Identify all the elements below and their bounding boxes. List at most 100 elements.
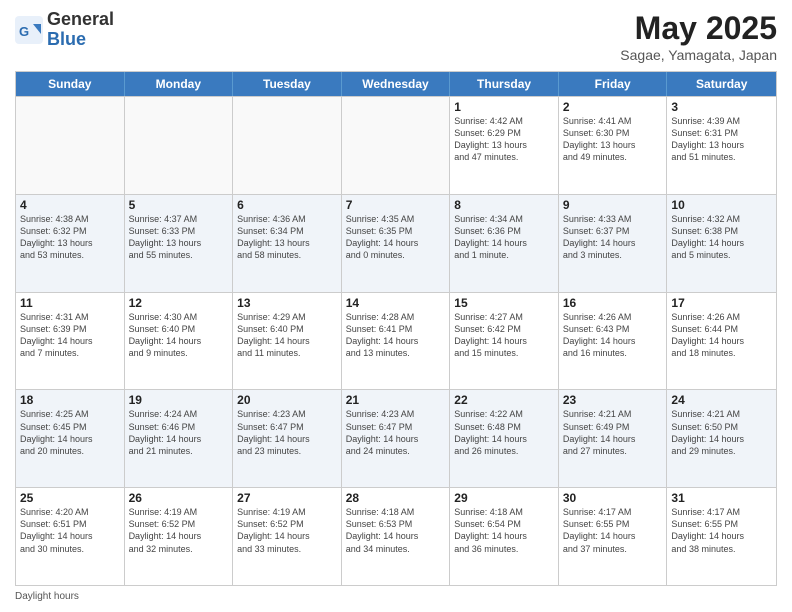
calendar-cell: 19Sunrise: 4:24 AM Sunset: 6:46 PM Dayli… [125,390,234,487]
calendar-header-cell: Monday [125,72,234,96]
calendar-cell: 27Sunrise: 4:19 AM Sunset: 6:52 PM Dayli… [233,488,342,585]
day-info: Sunrise: 4:39 AM Sunset: 6:31 PM Dayligh… [671,115,772,164]
day-number: 16 [563,296,663,310]
calendar-header-cell: Tuesday [233,72,342,96]
svg-text:G: G [19,24,29,39]
day-number: 5 [129,198,229,212]
day-info: Sunrise: 4:23 AM Sunset: 6:47 PM Dayligh… [237,408,337,457]
day-number: 23 [563,393,663,407]
day-info: Sunrise: 4:30 AM Sunset: 6:40 PM Dayligh… [129,311,229,360]
calendar-cell: 17Sunrise: 4:26 AM Sunset: 6:44 PM Dayli… [667,293,776,390]
calendar-cell: 13Sunrise: 4:29 AM Sunset: 6:40 PM Dayli… [233,293,342,390]
day-number: 10 [671,198,772,212]
calendar-cell: 20Sunrise: 4:23 AM Sunset: 6:47 PM Dayli… [233,390,342,487]
calendar-cell: 12Sunrise: 4:30 AM Sunset: 6:40 PM Dayli… [125,293,234,390]
calendar-cell: 30Sunrise: 4:17 AM Sunset: 6:55 PM Dayli… [559,488,668,585]
logo-blue: Blue [47,29,86,49]
calendar-cell: 24Sunrise: 4:21 AM Sunset: 6:50 PM Dayli… [667,390,776,487]
calendar-week: 1Sunrise: 4:42 AM Sunset: 6:29 PM Daylig… [16,96,776,194]
day-number: 26 [129,491,229,505]
calendar-cell: 9Sunrise: 4:33 AM Sunset: 6:37 PM Daylig… [559,195,668,292]
calendar-cell: 15Sunrise: 4:27 AM Sunset: 6:42 PM Dayli… [450,293,559,390]
calendar-subtitle: Sagae, Yamagata, Japan [620,47,777,63]
day-info: Sunrise: 4:25 AM Sunset: 6:45 PM Dayligh… [20,408,120,457]
calendar-cell: 6Sunrise: 4:36 AM Sunset: 6:34 PM Daylig… [233,195,342,292]
calendar-footer: Daylight hours [15,591,777,602]
day-info: Sunrise: 4:26 AM Sunset: 6:44 PM Dayligh… [671,311,772,360]
day-number: 8 [454,198,554,212]
logo: G General Blue [15,10,114,50]
day-info: Sunrise: 4:20 AM Sunset: 6:51 PM Dayligh… [20,506,120,555]
day-number: 19 [129,393,229,407]
calendar-header-row: SundayMondayTuesdayWednesdayThursdayFrid… [16,72,776,96]
daylight-label: Daylight hours [15,591,79,602]
title-block: May 2025 Sagae, Yamagata, Japan [620,10,777,63]
calendar-header-cell: Wednesday [342,72,451,96]
calendar-cell: 8Sunrise: 4:34 AM Sunset: 6:36 PM Daylig… [450,195,559,292]
calendar-week: 4Sunrise: 4:38 AM Sunset: 6:32 PM Daylig… [16,194,776,292]
day-info: Sunrise: 4:31 AM Sunset: 6:39 PM Dayligh… [20,311,120,360]
day-info: Sunrise: 4:38 AM Sunset: 6:32 PM Dayligh… [20,213,120,262]
calendar-cell: 29Sunrise: 4:18 AM Sunset: 6:54 PM Dayli… [450,488,559,585]
calendar-cell [342,97,451,194]
day-number: 27 [237,491,337,505]
calendar-header-cell: Friday [559,72,668,96]
day-number: 3 [671,100,772,114]
day-number: 31 [671,491,772,505]
calendar-header-cell: Sunday [16,72,125,96]
calendar-cell: 11Sunrise: 4:31 AM Sunset: 6:39 PM Dayli… [16,293,125,390]
calendar-week: 25Sunrise: 4:20 AM Sunset: 6:51 PM Dayli… [16,487,776,585]
day-info: Sunrise: 4:37 AM Sunset: 6:33 PM Dayligh… [129,213,229,262]
logo-general: General [47,9,114,29]
calendar-cell: 5Sunrise: 4:37 AM Sunset: 6:33 PM Daylig… [125,195,234,292]
calendar-cell [16,97,125,194]
day-info: Sunrise: 4:23 AM Sunset: 6:47 PM Dayligh… [346,408,446,457]
day-number: 18 [20,393,120,407]
day-info: Sunrise: 4:27 AM Sunset: 6:42 PM Dayligh… [454,311,554,360]
day-number: 13 [237,296,337,310]
calendar-cell: 14Sunrise: 4:28 AM Sunset: 6:41 PM Dayli… [342,293,451,390]
day-number: 29 [454,491,554,505]
day-info: Sunrise: 4:17 AM Sunset: 6:55 PM Dayligh… [671,506,772,555]
day-info: Sunrise: 4:18 AM Sunset: 6:54 PM Dayligh… [454,506,554,555]
day-number: 1 [454,100,554,114]
day-number: 14 [346,296,446,310]
day-info: Sunrise: 4:29 AM Sunset: 6:40 PM Dayligh… [237,311,337,360]
calendar-cell: 3Sunrise: 4:39 AM Sunset: 6:31 PM Daylig… [667,97,776,194]
calendar-cell: 22Sunrise: 4:22 AM Sunset: 6:48 PM Dayli… [450,390,559,487]
day-number: 21 [346,393,446,407]
calendar-cell: 25Sunrise: 4:20 AM Sunset: 6:51 PM Dayli… [16,488,125,585]
calendar-cell: 7Sunrise: 4:35 AM Sunset: 6:35 PM Daylig… [342,195,451,292]
calendar-cell: 31Sunrise: 4:17 AM Sunset: 6:55 PM Dayli… [667,488,776,585]
day-number: 7 [346,198,446,212]
day-number: 6 [237,198,337,212]
day-info: Sunrise: 4:35 AM Sunset: 6:35 PM Dayligh… [346,213,446,262]
calendar-cell: 2Sunrise: 4:41 AM Sunset: 6:30 PM Daylig… [559,97,668,194]
day-number: 30 [563,491,663,505]
calendar-cell: 28Sunrise: 4:18 AM Sunset: 6:53 PM Dayli… [342,488,451,585]
day-info: Sunrise: 4:41 AM Sunset: 6:30 PM Dayligh… [563,115,663,164]
calendar-cell: 18Sunrise: 4:25 AM Sunset: 6:45 PM Dayli… [16,390,125,487]
calendar-cell [125,97,234,194]
day-info: Sunrise: 4:34 AM Sunset: 6:36 PM Dayligh… [454,213,554,262]
day-info: Sunrise: 4:21 AM Sunset: 6:50 PM Dayligh… [671,408,772,457]
day-number: 17 [671,296,772,310]
calendar: SundayMondayTuesdayWednesdayThursdayFrid… [15,71,777,586]
day-info: Sunrise: 4:19 AM Sunset: 6:52 PM Dayligh… [129,506,229,555]
day-info: Sunrise: 4:24 AM Sunset: 6:46 PM Dayligh… [129,408,229,457]
day-info: Sunrise: 4:36 AM Sunset: 6:34 PM Dayligh… [237,213,337,262]
day-info: Sunrise: 4:42 AM Sunset: 6:29 PM Dayligh… [454,115,554,164]
calendar-page: G General Blue May 2025 Sagae, Yamagata,… [0,0,792,612]
logo-text: General Blue [47,10,114,50]
calendar-header-cell: Thursday [450,72,559,96]
day-number: 4 [20,198,120,212]
calendar-cell [233,97,342,194]
calendar-title: May 2025 [620,10,777,47]
day-number: 25 [20,491,120,505]
calendar-header-cell: Saturday [667,72,776,96]
day-info: Sunrise: 4:33 AM Sunset: 6:37 PM Dayligh… [563,213,663,262]
day-number: 22 [454,393,554,407]
calendar-week: 11Sunrise: 4:31 AM Sunset: 6:39 PM Dayli… [16,292,776,390]
calendar-week: 18Sunrise: 4:25 AM Sunset: 6:45 PM Dayli… [16,389,776,487]
page-header: G General Blue May 2025 Sagae, Yamagata,… [15,10,777,63]
